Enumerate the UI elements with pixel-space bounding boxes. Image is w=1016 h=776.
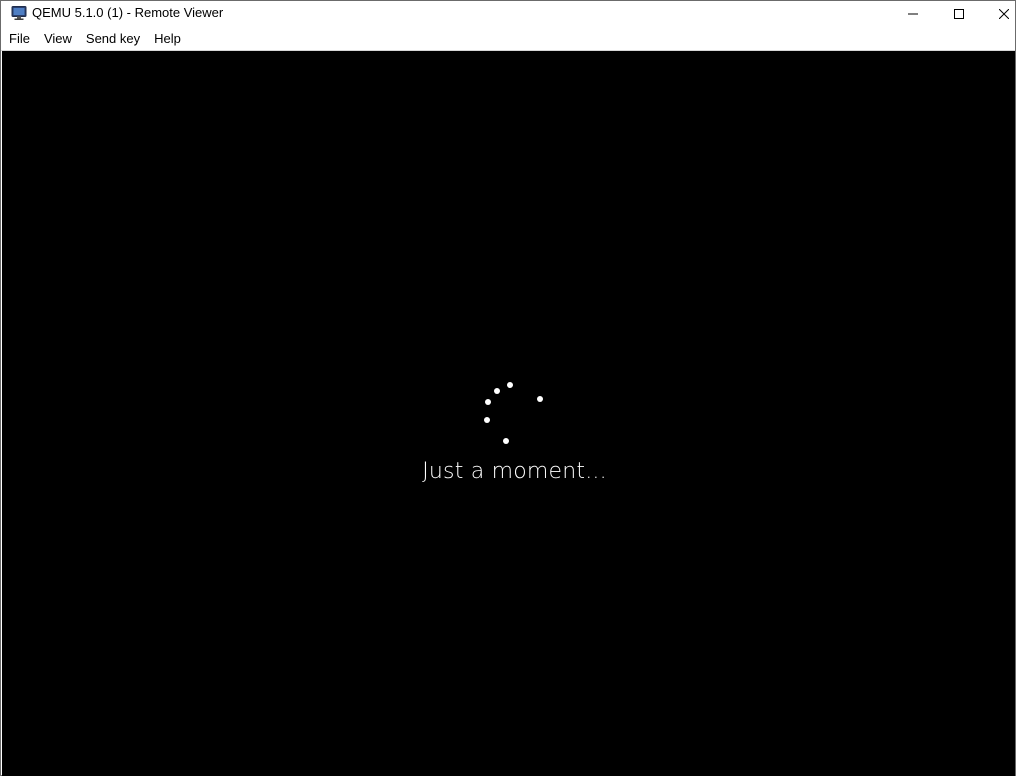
title-bar[interactable]: QEMU 5.1.0 (1) - Remote Viewer <box>1 1 1015 26</box>
menu-file[interactable]: File <box>1 27 37 50</box>
close-icon <box>999 8 1009 19</box>
remote-viewer-window: QEMU 5.1.0 (1) - Remote Viewer File View… <box>0 0 1016 776</box>
spinner-dot <box>503 438 509 444</box>
maximize-button[interactable] <box>936 1 982 26</box>
menu-bar: File View Send key Help <box>1 27 1015 51</box>
maximize-icon <box>954 8 964 19</box>
guest-display[interactable]: Just a moment... <box>2 51 1015 776</box>
spinner-dot <box>507 382 513 388</box>
minimize-icon <box>908 13 918 14</box>
spinner-dot <box>485 399 491 405</box>
spinner-dot <box>494 388 500 394</box>
menu-help[interactable]: Help <box>147 27 188 50</box>
loading-spinner-icon <box>484 382 543 444</box>
spinner-dot <box>537 396 543 402</box>
window-title: QEMU 5.1.0 (1) - Remote Viewer <box>32 5 224 20</box>
spinner-dot <box>484 417 490 423</box>
close-button[interactable] <box>981 1 1016 26</box>
menu-send-key[interactable]: Send key <box>79 27 147 50</box>
menu-view[interactable]: View <box>37 27 79 50</box>
monitor-icon <box>11 6 27 20</box>
status-text: Just a moment... <box>422 459 607 484</box>
minimize-button[interactable] <box>890 1 936 26</box>
